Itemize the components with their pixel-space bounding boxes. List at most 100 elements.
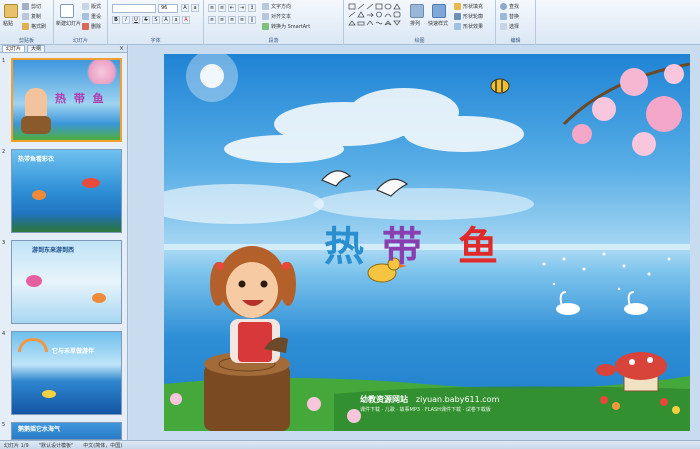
font-name-field[interactable]	[112, 4, 156, 13]
copy-button[interactable]: 复制	[22, 13, 41, 20]
quick-styles-icon[interactable]	[432, 4, 446, 18]
quick-styles-button[interactable]: 快速样式	[428, 20, 448, 27]
select-button[interactable]: 选择	[500, 23, 519, 30]
tab-outline[interactable]: 大纲	[27, 45, 46, 52]
thumb-title: 游到东来游到西	[32, 247, 75, 254]
slide-thumbnail[interactable]: 游到东来游到西	[11, 240, 122, 324]
align-right-icon[interactable]: ≡	[228, 16, 236, 24]
delete-button[interactable]: 删除	[82, 23, 101, 30]
format-painter-button[interactable]: 格式刷	[22, 23, 46, 30]
columns-icon[interactable]: ∥	[248, 16, 256, 24]
bee	[490, 78, 510, 94]
align-text-button[interactable]: 对齐文本	[262, 13, 291, 20]
cartoon-girl	[210, 246, 296, 363]
clipboard-group: 粘贴 剪切 复制 格式刷 剪贴板	[0, 0, 54, 45]
slide-number: 3	[2, 240, 6, 246]
shape-fill-button[interactable]: 形状填充	[454, 3, 483, 10]
arrange-button[interactable]: 排列	[410, 20, 420, 27]
slide-number: 1	[2, 58, 6, 64]
footer-url: ziyuan.baby611.com	[415, 395, 500, 404]
align-center-icon[interactable]: ≡	[218, 16, 226, 24]
justify-icon[interactable]: ≡	[238, 16, 246, 24]
title-char: 热	[324, 224, 364, 270]
find-button[interactable]: 查找	[500, 3, 519, 10]
fish-figure	[42, 390, 56, 398]
slides-group: 新建幻灯片 版式 重设 删除 幻灯片	[54, 0, 108, 45]
decrease-indent-icon[interactable]: ⇤	[228, 4, 236, 12]
ribbon: 粘贴 剪切 复制 格式刷 剪贴板 新建幻灯片 版式 重设 删除 幻灯片 96 A…	[0, 0, 700, 45]
smartart-icon	[262, 23, 269, 30]
slides-group-label: 幻灯片	[72, 38, 88, 44]
increase-indent-icon[interactable]: ⇥	[238, 4, 246, 12]
fish-figure	[32, 190, 46, 200]
spacing-icon[interactable]: A	[162, 16, 170, 24]
grow-font-icon[interactable]: A	[181, 4, 189, 12]
underline-icon[interactable]: U	[132, 16, 140, 24]
line-spacing-icon[interactable]: ↕	[248, 4, 256, 12]
girl-figure	[25, 88, 47, 118]
shape-effects-button[interactable]: 形状效果	[454, 23, 483, 30]
slide-title[interactable]: 热 带 鱼	[324, 214, 498, 272]
footer-brand: 幼教资源网站 ziyuan.baby611.com 课件下载 · 儿歌 · 故事…	[360, 394, 499, 413]
cherry-blossom-branch	[562, 62, 690, 156]
tab-slides[interactable]: 幻灯片	[2, 45, 26, 52]
strikethrough-icon[interactable]: S	[142, 16, 150, 24]
cursor-icon	[500, 23, 507, 30]
new-slide-button[interactable]: 新建幻灯片	[56, 20, 81, 27]
shrink-font-icon[interactable]: a	[191, 4, 199, 12]
align-left-icon[interactable]: ≡	[208, 16, 216, 24]
footer-subtitle: 课件下载 · 儿歌 · 故事MP3 · FLASH课件下载 · 试卷下载版	[360, 407, 491, 413]
case-icon[interactable]: a	[172, 16, 180, 24]
shadow-icon[interactable]: S	[152, 16, 160, 24]
status-bar: 幻灯片 1/9 "默认设计模板" 中文(简体，中国)	[0, 440, 700, 449]
slide-editing-area: 热 带 鱼 幼教资源网站 ziyuan.baby611.com 课件下载 · 儿…	[129, 45, 700, 440]
text-direction-button[interactable]: 文字方向	[262, 3, 291, 10]
sun	[200, 64, 224, 88]
replace-button[interactable]: 替换	[500, 13, 519, 20]
smartart-button[interactable]: 转换为 SmartArt	[262, 23, 310, 30]
rainbow-decoration	[18, 338, 48, 352]
arrange-icon[interactable]	[410, 4, 424, 18]
copy-icon	[22, 13, 29, 20]
text-direction-icon	[262, 3, 269, 10]
layout-button[interactable]: 版式	[82, 3, 101, 10]
reset-button[interactable]: 重设	[82, 13, 101, 20]
bullets-icon[interactable]: ≡	[208, 4, 216, 12]
new-slide-icon[interactable]	[60, 4, 74, 18]
fish-figure	[26, 275, 42, 287]
cut-button[interactable]: 剪切	[22, 3, 41, 10]
thumb-title: 鹅鹅摇它水海气	[18, 426, 61, 433]
slide-thumbnail[interactable]: 热带鱼看彩衣	[11, 149, 122, 233]
slide-thumbnail[interactable]: 鹅鹅摇它水海气	[11, 422, 122, 440]
title-char: 带	[382, 224, 422, 270]
delete-icon	[82, 23, 89, 30]
shape-outline-button[interactable]: 形状轮廓	[454, 13, 483, 20]
title-char: 鱼	[458, 224, 498, 270]
font-group: 96 A a B I U S S A a A 字体	[108, 0, 204, 45]
close-icon[interactable]: ×	[119, 45, 124, 52]
thumb-title: 它与禾草做游伴	[52, 348, 95, 355]
layout-icon	[82, 3, 89, 10]
slide-number: 2	[2, 149, 6, 155]
drawing-group-label: 绘图	[414, 38, 425, 44]
tree-stump	[204, 352, 290, 431]
numbering-icon[interactable]: ≡	[218, 4, 226, 12]
slide-thumbnail[interactable]: 它与禾草做游伴	[11, 331, 122, 415]
stump-figure	[21, 116, 51, 134]
paste-icon[interactable]	[4, 4, 18, 18]
drawing-group: 排列 快速样式 形状填充 形状轮廓 形状效果 绘图	[344, 0, 496, 45]
font-size-field[interactable]: 96	[158, 4, 178, 13]
bold-icon[interactable]: B	[112, 16, 120, 24]
theme-name: "默认设计模板"	[38, 442, 74, 449]
scissors-icon	[22, 3, 29, 10]
language-indicator: 中文(简体，中国)	[83, 442, 123, 449]
paste-button[interactable]: 粘贴	[3, 20, 13, 27]
slide-thumbnail[interactable]: 热 带 鱼	[11, 58, 122, 142]
current-slide[interactable]: 热 带 鱼 幼教资源网站 ziyuan.baby611.com 课件下载 · 儿…	[164, 54, 690, 431]
font-group-label: 字体	[150, 38, 161, 44]
italic-icon[interactable]: I	[122, 16, 130, 24]
font-color-icon[interactable]: A	[182, 16, 190, 24]
paragraph-group-label: 段落	[268, 38, 279, 44]
reset-icon	[82, 13, 89, 20]
shapes-gallery[interactable]	[348, 3, 404, 29]
